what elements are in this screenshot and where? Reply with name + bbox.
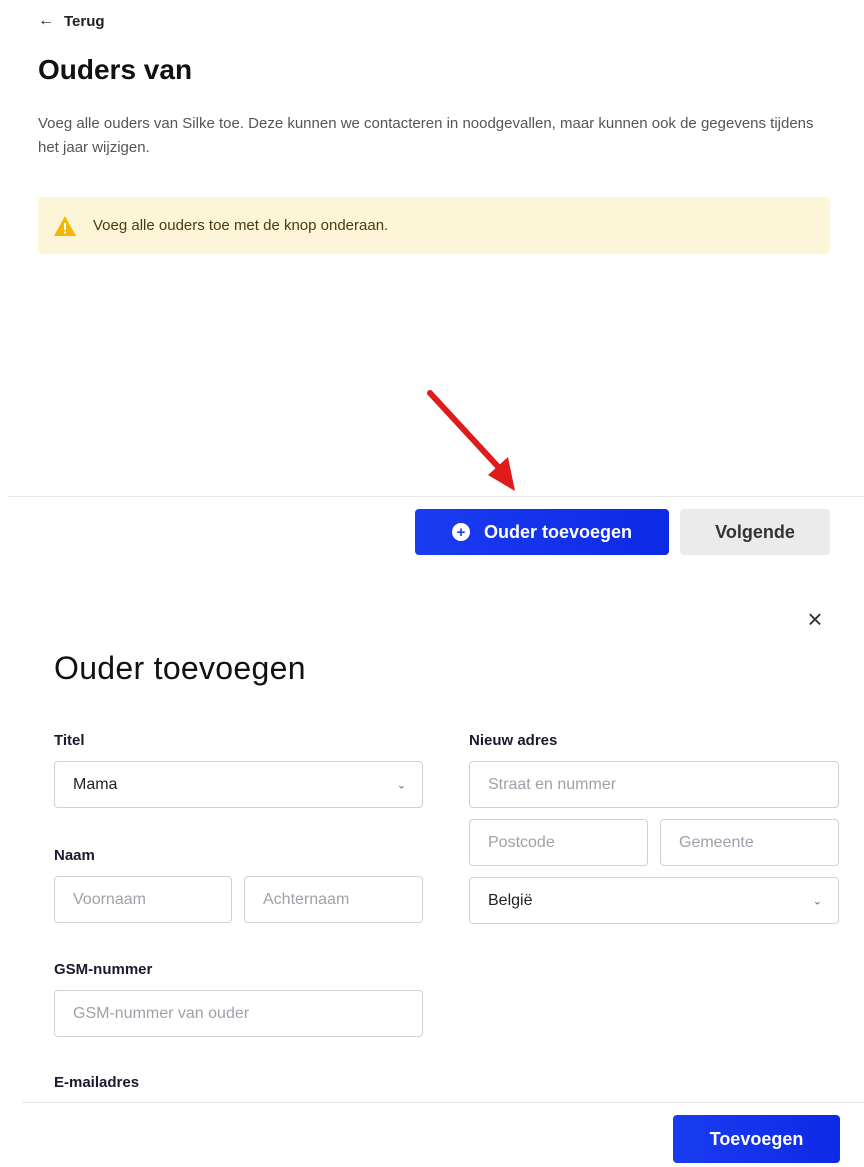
street-placeholder: Straat en nummer — [488, 775, 617, 793]
page-title: Ouders van — [38, 54, 193, 85]
country-select[interactable]: België ⌄ — [469, 877, 839, 924]
submit-label: Toevoegen — [709, 1128, 804, 1149]
gsm-placeholder: GSM-nummer van ouder — [73, 1004, 250, 1022]
street-input[interactable]: Straat en nummer — [469, 761, 839, 808]
voornaam-input[interactable]: Voornaam — [54, 876, 232, 923]
titel-label: Titel — [54, 732, 85, 749]
submit-add-button[interactable]: Toevoegen — [673, 1115, 840, 1163]
next-button[interactable]: Volgende — [680, 509, 830, 555]
warning-icon — [54, 215, 76, 236]
gsm-label: GSM-nummer — [54, 961, 153, 978]
next-label: Volgende — [715, 521, 795, 542]
naam-label: Naam — [54, 847, 95, 864]
chevron-down-icon: ⌄ — [396, 779, 406, 791]
achternaam-input[interactable]: Achternaam — [244, 876, 423, 923]
back-link[interactable]: ← Terug — [38, 12, 105, 30]
gsm-input[interactable]: GSM-nummer van ouder — [54, 990, 423, 1037]
divider — [22, 1102, 864, 1103]
warning-text: Voeg alle ouders toe met de knop onderaa… — [93, 217, 389, 234]
gemeente-input[interactable]: Gemeente — [660, 819, 839, 866]
country-value: België — [488, 891, 533, 909]
modal-title: Ouder toevoegen — [54, 650, 306, 686]
add-parent-label: Ouder toevoegen — [483, 521, 633, 542]
arrow-left-icon: ← — [38, 12, 54, 29]
warning-banner: Voeg alle ouders toe met de knop onderaa… — [38, 197, 830, 254]
add-parent-button[interactable]: + Ouder toevoegen — [415, 509, 669, 555]
titel-select[interactable]: Mama ⌄ — [54, 761, 423, 808]
postcode-input[interactable]: Postcode — [469, 819, 648, 866]
chevron-down-icon: ⌄ — [812, 895, 822, 907]
close-icon[interactable]: × — [803, 606, 827, 632]
achternaam-placeholder: Achternaam — [263, 890, 350, 908]
back-label: Terug — [64, 12, 105, 30]
divider — [8, 496, 864, 497]
gemeente-placeholder: Gemeente — [679, 833, 754, 851]
voornaam-placeholder: Voornaam — [73, 890, 146, 908]
red-arrow-annotation — [427, 390, 515, 491]
intro-text: Voeg alle ouders van Silke toe. Deze kun… — [38, 115, 814, 156]
email-label: E-mailadres — [54, 1074, 140, 1091]
address-label: Nieuw adres — [469, 732, 558, 749]
postcode-placeholder: Postcode — [488, 833, 555, 851]
titel-value: Mama — [73, 775, 118, 793]
plus-circle-icon: + — [451, 523, 470, 541]
